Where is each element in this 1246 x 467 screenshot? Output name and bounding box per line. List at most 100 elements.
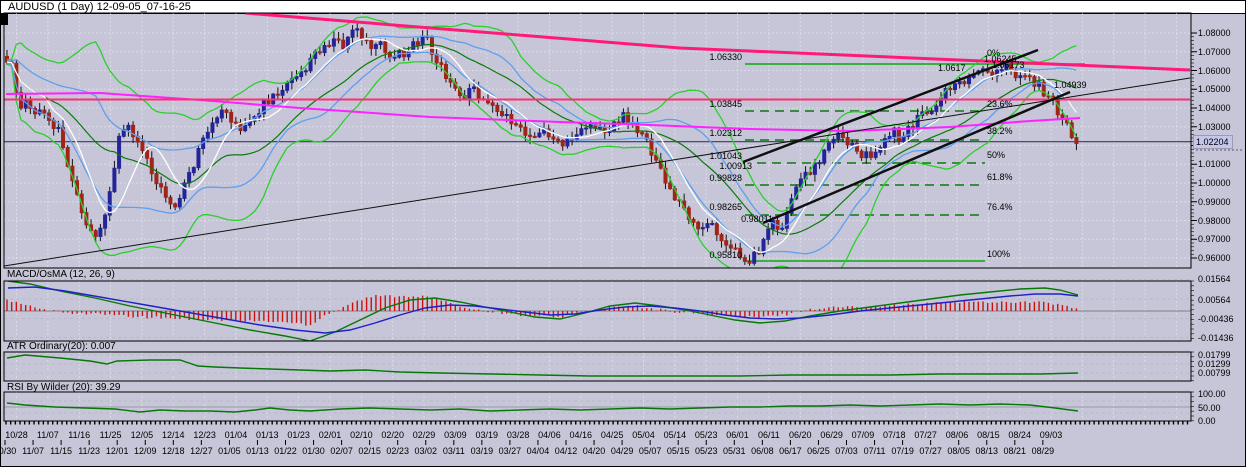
date-label-row1: 11/07 — [36, 430, 59, 440]
candle — [579, 128, 584, 136]
candle — [705, 223, 710, 229]
candle — [504, 113, 509, 117]
date-label-row2: 05/31 — [723, 446, 746, 456]
date-label-row2: 07/19 — [891, 446, 914, 456]
date-label-row1: 07/09 — [851, 430, 875, 440]
candle — [967, 76, 972, 85]
fib-percent-label: 50% — [987, 150, 1006, 160]
candle — [556, 138, 561, 141]
date-label-row1: 08/06 — [945, 430, 969, 440]
candle — [850, 142, 855, 146]
candle — [649, 138, 654, 156]
date-label-row2: 02/07 — [330, 446, 353, 456]
date-label-row1: 06/01 — [726, 430, 749, 440]
candle — [728, 244, 733, 249]
date-label-row2: 01/05 — [218, 446, 241, 456]
candle — [929, 110, 934, 115]
candle — [780, 227, 785, 230]
date-label-row2: 11/15 — [50, 446, 73, 456]
candle — [523, 126, 528, 136]
y-axis-label: 0.96000 — [1198, 253, 1231, 263]
y-axis-label: 1.04000 — [1198, 103, 1231, 113]
candle — [103, 214, 108, 229]
date-label-row1: 07/27 — [914, 430, 937, 440]
date-label-row2: 06/25 — [807, 446, 830, 456]
macd-axis-label: 0.00564 — [1198, 294, 1231, 305]
date-label-row1: 12/05 — [130, 430, 154, 440]
candle — [191, 167, 196, 174]
main-chart-layer[interactable] — [4, 63, 1191, 262]
date-label-row1: 06/20 — [788, 430, 812, 440]
date-label-row1: 08/24 — [1008, 430, 1031, 440]
candle — [196, 148, 201, 169]
candle — [280, 89, 285, 96]
candle — [864, 151, 869, 159]
candle — [341, 39, 346, 50]
date-label-row1: 08/15 — [977, 430, 1000, 440]
date-label-row1: 05/14 — [663, 430, 687, 440]
candle — [187, 172, 192, 184]
candle — [859, 150, 864, 159]
rsi-axis-label: 0.00 — [1198, 415, 1216, 426]
fib-price-label: 0.95810 — [709, 250, 742, 260]
fib-price-label: 0.99828 — [709, 173, 742, 183]
date-label-row1: 02/10 — [350, 430, 373, 440]
current-price-label: 1.02204 — [1193, 134, 1233, 149]
candle — [327, 44, 332, 47]
fib-price-label: 1.06330 — [709, 52, 742, 62]
candle — [229, 111, 234, 123]
date-label-row1: 04/25 — [600, 430, 624, 440]
candle — [584, 127, 589, 130]
candle — [957, 81, 962, 85]
date-label-row2: 05/07 — [638, 446, 662, 456]
date-label-row1: 12/23 — [193, 430, 216, 440]
fib-percent-label: 76.4% — [987, 202, 1013, 212]
candle — [145, 150, 150, 159]
candle — [117, 135, 122, 169]
candle — [598, 126, 603, 129]
date-label-row1: 01/13 — [256, 430, 279, 440]
candle — [56, 126, 61, 129]
candle — [948, 88, 953, 91]
date-label-row2: 11/23 — [78, 446, 101, 456]
candle — [98, 227, 103, 237]
date-label-row2: 01/13 — [246, 446, 269, 456]
candle — [168, 196, 173, 205]
candle — [887, 136, 892, 140]
candle — [233, 121, 238, 124]
y-axis-label: 1.08000 — [1198, 28, 1231, 38]
candle — [140, 141, 145, 152]
date-label-row2: 04/04 — [526, 446, 550, 456]
candle — [467, 88, 472, 99]
date-label-row1: 03/19 — [475, 430, 499, 440]
grid-layer — [4, 13, 1191, 421]
candle — [831, 138, 836, 144]
date-label-row2: 12/27 — [190, 446, 213, 456]
date-label-row2: 03/27 — [498, 446, 522, 456]
candle — [822, 149, 827, 164]
date-label-row1: 01/04 — [224, 430, 248, 440]
macd-axis-label: -0.00436 — [1198, 313, 1234, 324]
rsi-panel-title: RSI By Wilder (20): 39.29 — [7, 382, 121, 393]
trendline-value-label: 1.0617 — [938, 63, 966, 73]
candle — [373, 44, 378, 49]
candle — [495, 104, 500, 113]
date-label-row2: 08/05 — [947, 446, 970, 456]
fib-price-label: 1.02312 — [709, 128, 742, 138]
date-label-row2: 05/15 — [666, 446, 690, 456]
candle — [528, 134, 533, 137]
candle — [551, 136, 556, 140]
candle — [359, 28, 364, 39]
macd-axis-label: 0.01564 — [1198, 274, 1231, 284]
candle — [640, 132, 645, 135]
atr-axis-label: 0.00799 — [1198, 368, 1231, 378]
candle — [668, 182, 673, 190]
candle — [219, 109, 224, 119]
fib-price-label: 1.03845 — [709, 99, 742, 109]
candle — [173, 203, 178, 208]
candle — [392, 56, 397, 59]
candle — [696, 221, 701, 230]
candle — [177, 197, 182, 208]
chart-canvas[interactable] — [0, 0, 1246, 467]
y-axis-label: 1.07000 — [1198, 46, 1231, 57]
